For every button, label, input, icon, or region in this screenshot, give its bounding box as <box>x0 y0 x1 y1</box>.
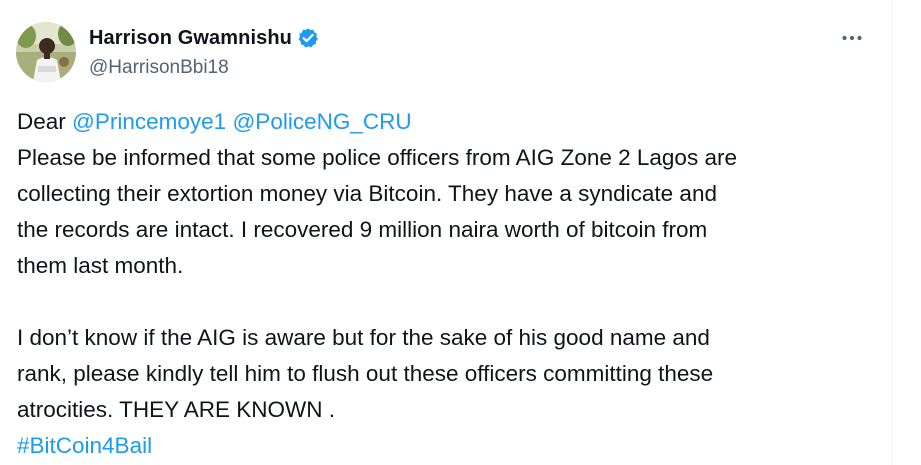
tweet-text-line: collecting their extortion money via Bit… <box>17 181 717 206</box>
tweet-text-line: atrocities. THEY ARE KNOWN . <box>17 397 335 422</box>
timeline-divider <box>892 0 893 465</box>
tweet-text-line: I don’t know if the AIG is aware but for… <box>17 325 710 350</box>
tweet-text-line: Please be informed that some police offi… <box>17 145 737 170</box>
greeting-line: Dear @Princemoye1 @PoliceNG_CRU <box>17 104 885 140</box>
tweet-text-line: the records are intact. I recovered 9 mi… <box>17 217 708 242</box>
paragraph-break <box>17 284 885 320</box>
hashtag-line: #BitCoin4Bail <box>17 428 885 464</box>
more-options-button[interactable] <box>836 24 868 52</box>
author-handle[interactable]: @HarrisonBbi18 <box>89 56 229 80</box>
tweet-text: Dear @Princemoye1 @PoliceNG_CRU Please b… <box>17 104 885 464</box>
hashtag-link-bitcoin4bail[interactable]: #BitCoin4Bail <box>17 433 152 458</box>
verified-badge-icon[interactable] <box>297 27 319 49</box>
avatar-image <box>16 22 76 82</box>
author-display-name[interactable]: Harrison Gwamnishu <box>89 26 292 50</box>
mention-link-policeng-cru[interactable]: @PoliceNG_CRU <box>232 109 411 134</box>
greeting-text: Dear <box>17 109 66 134</box>
tweet-text-line: them last month. <box>17 253 184 278</box>
author-avatar[interactable] <box>16 22 76 82</box>
mention-link-princemoye1[interactable]: @Princemoye1 <box>72 109 226 134</box>
author-name-row: Harrison Gwamnishu <box>89 26 319 50</box>
more-options-icon <box>842 35 862 41</box>
tweet-text-line: rank, please kindly tell him to flush ou… <box>17 361 714 386</box>
